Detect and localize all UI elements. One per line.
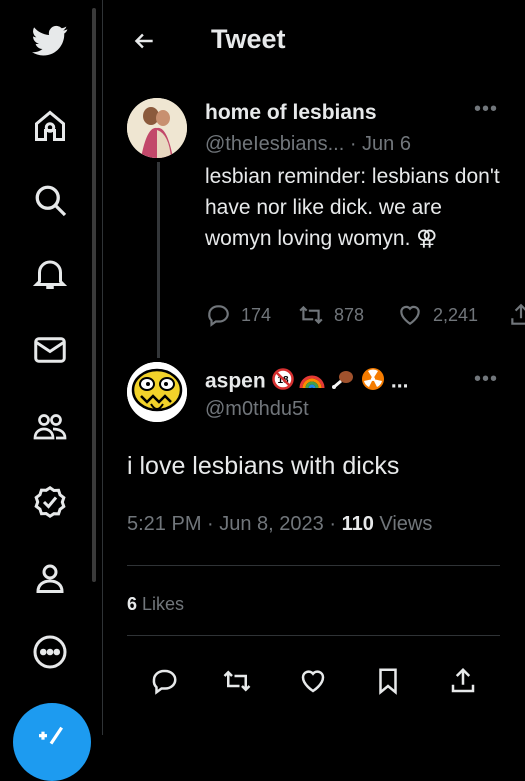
- likes-label: Likes: [137, 594, 185, 614]
- like-count: 2,241: [433, 304, 479, 325]
- thread-line: [157, 162, 160, 358]
- profile-icon[interactable]: [24, 552, 76, 604]
- author-name: aspen: [205, 369, 266, 393]
- likes-link[interactable]: 6 Likes: [127, 594, 184, 615]
- back-arrow-icon[interactable]: [129, 26, 159, 56]
- tweet-date[interactable]: · Jun 6: [350, 133, 411, 155]
- tweet-text: i love lesbians with dicks: [127, 452, 400, 480]
- sidebar-scrollbar[interactable]: [92, 8, 96, 582]
- tweet-meta: 5:21 PM · Jun 8, 2023 · 110 Views: [127, 513, 432, 536]
- retweet-action[interactable]: 878: [298, 302, 364, 328]
- twitter-logo-icon[interactable]: [24, 14, 76, 66]
- no-under-18-icon: 18: [271, 368, 294, 396]
- column-divider: [102, 0, 103, 735]
- compose-button[interactable]: [13, 703, 91, 781]
- bell-icon[interactable]: [24, 248, 76, 300]
- communities-icon[interactable]: [24, 400, 76, 452]
- divider: [127, 635, 500, 636]
- reply-count: 174: [241, 304, 272, 325]
- like-icon[interactable]: [296, 664, 330, 698]
- verified-icon[interactable]: [24, 476, 76, 528]
- like-icon: [400, 305, 420, 325]
- reply-icon: [208, 305, 229, 327]
- views-label: Views: [373, 513, 433, 535]
- meat-on-bone-icon: [331, 368, 355, 396]
- reply-icon[interactable]: [147, 664, 181, 698]
- search-icon[interactable]: [24, 174, 76, 226]
- likes-count: 6: [127, 594, 138, 614]
- name-ellipsis: ...: [390, 369, 409, 393]
- rainbow-icon: [299, 368, 325, 396]
- share-icon: [511, 303, 525, 325]
- author-handle[interactable]: @theIesbians...: [205, 133, 344, 155]
- author-handle-line: @theIesbians... · Jun 6: [205, 133, 411, 156]
- retweet-count: 878: [334, 304, 365, 325]
- avatar[interactable]: [127, 362, 187, 422]
- retweet-icon: [299, 305, 323, 325]
- mail-icon[interactable]: [24, 324, 76, 376]
- author-name[interactable]: home of lesbians: [205, 101, 377, 125]
- divider: [127, 565, 500, 566]
- more-options-icon[interactable]: •••: [474, 368, 498, 391]
- author-handle[interactable]: @m0thdu5t: [205, 398, 309, 421]
- like-action[interactable]: 2,241: [397, 302, 478, 328]
- home-icon[interactable]: [24, 100, 76, 152]
- share-action[interactable]: [508, 302, 525, 328]
- avatar[interactable]: [127, 98, 187, 158]
- views-count: 110: [341, 513, 374, 535]
- header: Tweet: [103, 0, 525, 80]
- page-title: Tweet: [211, 24, 286, 54]
- more-circle-icon[interactable]: [24, 626, 76, 678]
- compose-icon: [39, 726, 63, 745]
- author-name-line[interactable]: aspen 18 ...: [205, 367, 408, 397]
- bookmark-icon[interactable]: [371, 664, 405, 698]
- tweet-text: lesbian reminder: lesbians don't have no…: [205, 165, 500, 250]
- sidebar: [0, 0, 96, 781]
- retweet-icon[interactable]: [220, 664, 254, 698]
- share-icon[interactable]: [446, 664, 480, 698]
- more-options-icon[interactable]: •••: [474, 98, 498, 121]
- reply-action[interactable]: 174: [205, 302, 271, 328]
- radioactive-icon: [361, 367, 385, 397]
- tweet-timestamp[interactable]: 5:21 PM · Jun 8, 2023 ·: [127, 513, 342, 535]
